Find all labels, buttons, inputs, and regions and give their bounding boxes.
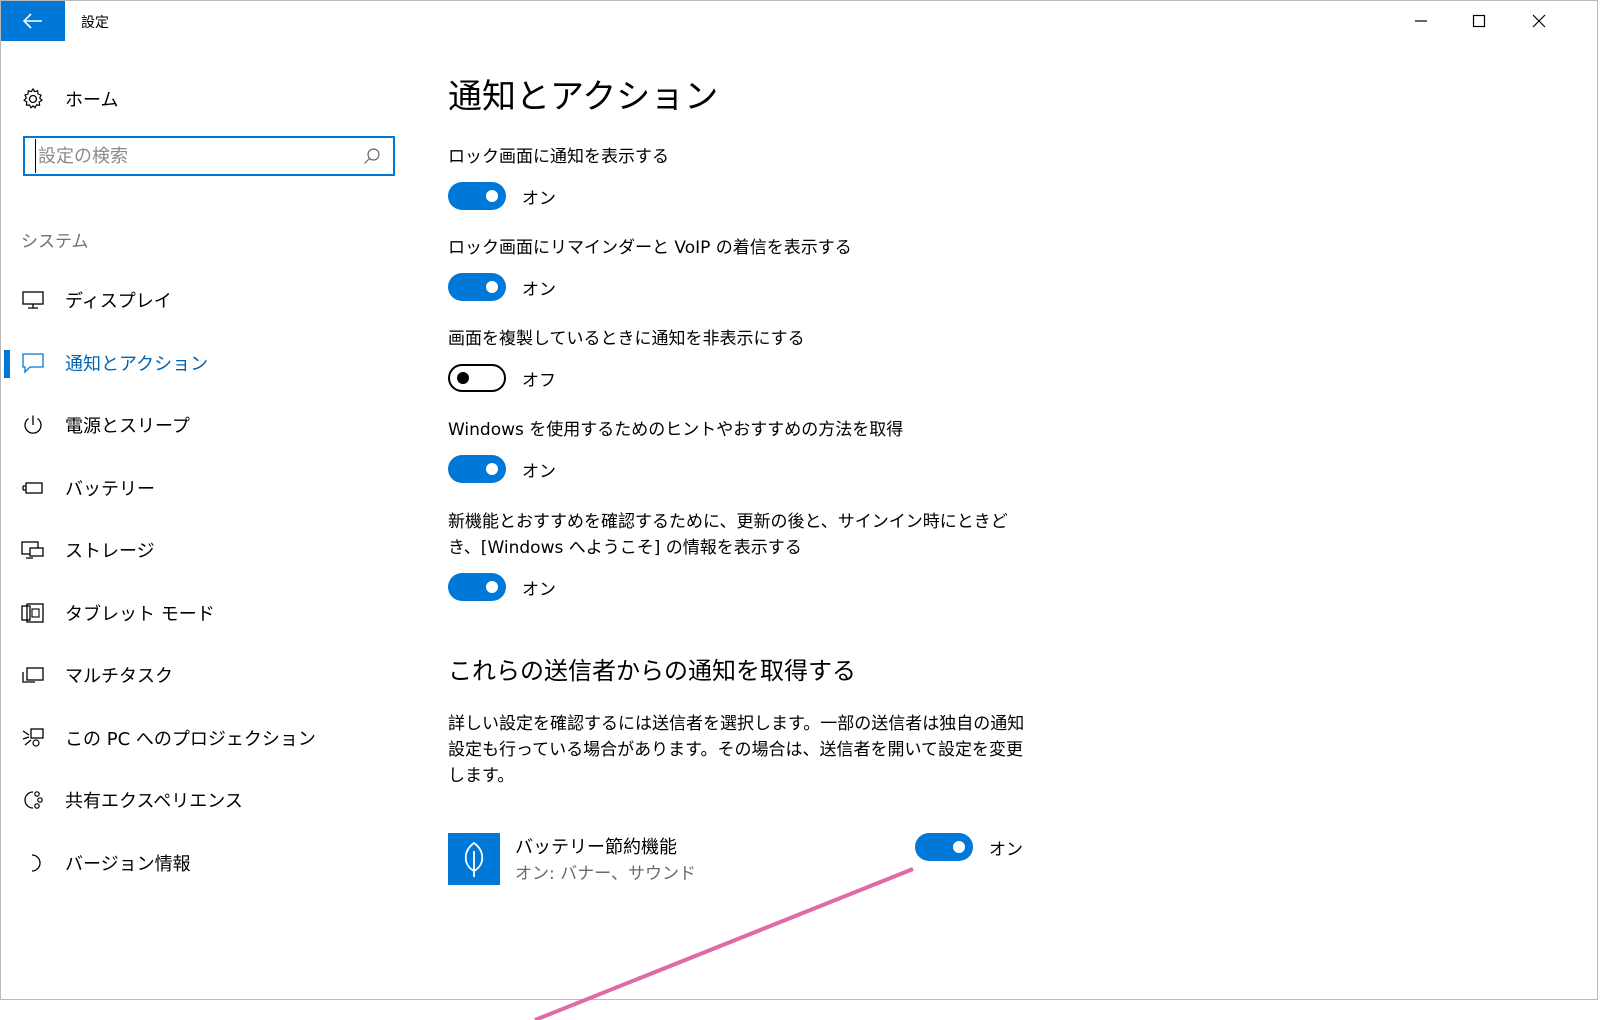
toggle-switch[interactable]: [448, 455, 506, 483]
home-link[interactable]: ホーム: [21, 81, 118, 117]
search-box[interactable]: [23, 136, 395, 176]
sidebar-item-label: 電源とスリープ: [65, 416, 190, 438]
back-button[interactable]: [1, 1, 65, 41]
sidebar-item-display[interactable]: ディスプレイ: [1, 269, 421, 332]
maximize-button[interactable]: [1449, 1, 1509, 41]
tablet-icon: [21, 601, 45, 625]
sidebar-item-notifications[interactable]: 通知とアクション: [1, 332, 421, 395]
power-icon: [21, 413, 45, 437]
sidebar-item-battery[interactable]: バッテリー: [1, 457, 421, 520]
sidebar-item-label: バージョン情報: [65, 853, 191, 875]
close-button[interactable]: [1509, 1, 1569, 41]
multitask-icon: [21, 663, 45, 687]
search-input[interactable]: [35, 139, 361, 173]
setting-welcome-experience: 新機能とおすすめを確認するために、更新の後と、サインイン時にときどき、[Wind…: [448, 509, 1028, 601]
toggle-state-label: オン: [989, 839, 1023, 860]
leaf-icon: [448, 833, 500, 885]
home-label: ホーム: [65, 90, 119, 111]
message-icon: [21, 351, 45, 375]
search-icon[interactable]: [361, 145, 383, 167]
minimize-button[interactable]: [1391, 1, 1451, 41]
toggle-state-label: オン: [522, 188, 556, 209]
nav-list: ディスプレイ 通知とアクション 電源とスリープ バッテリー ストレージ タブレッ…: [1, 269, 421, 894]
sidebar-item-label: バッテリー: [65, 478, 155, 500]
monitor-icon: [21, 288, 45, 312]
page-title: 通知とアクション: [448, 77, 719, 117]
setting-description: ロック画面に通知を表示する: [448, 147, 669, 167]
setting-lock-screen-reminders: ロック画面にリマインダーと VoIP の着信を表示する オン: [448, 235, 1068, 301]
sender-item[interactable]: バッテリー節約機能 オン: バナー、サウンド オン: [448, 833, 1068, 889]
sidebar-item-tablet-mode[interactable]: タブレット モード: [1, 582, 421, 645]
setting-hide-when-duplicating: 画面を複製しているときに通知を非表示にする オフ: [448, 326, 1068, 392]
sidebar-item-multitask[interactable]: マルチタスク: [1, 644, 421, 707]
setting-description: Windows を使用するためのヒントやおすすめの方法を取得: [448, 420, 904, 440]
sender-toggle-switch[interactable]: [915, 833, 973, 861]
toggle-switch[interactable]: [448, 182, 506, 210]
sidebar: ホーム システム ディスプレイ 通: [1, 41, 421, 981]
sidebar-item-label: マルチタスク: [65, 666, 173, 688]
senders-info-text: 詳しい設定を確認するには送信者を選択します。一部の送信者は独自の通知設定も行って…: [448, 714, 1025, 786]
sender-name: バッテリー節約機能: [515, 837, 677, 858]
toggle-state-label: オン: [522, 579, 556, 600]
settings-window: 設定 ホーム システム: [0, 0, 1598, 1000]
senders-section-title: これらの送信者からの通知を取得する: [448, 657, 856, 685]
setting-windows-tips: Windows を使用するためのヒントやおすすめの方法を取得 オン: [448, 417, 1068, 483]
toggle-state-label: オン: [522, 279, 556, 300]
back-arrow-icon: [23, 13, 42, 29]
setting-description: ロック画面にリマインダーと VoIP の着信を表示する: [448, 238, 852, 258]
sidebar-item-label: この PC へのプロジェクション: [65, 728, 316, 750]
storage-icon: [21, 538, 45, 562]
toggle-state-label: オン: [522, 461, 556, 482]
toggle-state-label: オフ: [522, 370, 556, 391]
title-bar: 設定: [1, 1, 1597, 41]
section-title: システム: [21, 232, 89, 252]
sidebar-item-label: 通知とアクション: [65, 353, 209, 375]
battery-icon: [21, 476, 45, 500]
toggle-switch[interactable]: [448, 573, 506, 601]
projection-icon: [21, 726, 45, 750]
sender-status: オン: バナー、サウンド: [515, 864, 696, 884]
setting-lock-screen-notifications: ロック画面に通知を表示する オン: [448, 144, 1068, 210]
sidebar-item-about[interactable]: バージョン情報: [1, 832, 421, 895]
sidebar-item-label: ディスプレイ: [65, 291, 172, 313]
shared-icon: [21, 788, 45, 812]
sidebar-item-power[interactable]: 電源とスリープ: [1, 394, 421, 457]
maximize-icon: [1472, 14, 1486, 28]
app-title: 設定: [81, 15, 109, 31]
sidebar-item-projection[interactable]: この PC へのプロジェクション: [1, 707, 421, 770]
sidebar-item-label: 共有エクスペリエンス: [65, 791, 243, 813]
toggle-switch[interactable]: [448, 364, 506, 392]
sidebar-item-label: タブレット モード: [65, 603, 215, 625]
sidebar-item-shared-experience[interactable]: 共有エクスペリエンス: [1, 769, 421, 832]
sidebar-item-storage[interactable]: ストレージ: [1, 519, 421, 582]
toggle-switch[interactable]: [448, 273, 506, 301]
setting-description: 新機能とおすすめを確認するために、更新の後と、サインイン時にときどき、[Wind…: [448, 512, 1008, 558]
sidebar-item-label: ストレージ: [65, 541, 155, 563]
minimize-icon: [1415, 20, 1427, 22]
gear-icon: [23, 87, 43, 109]
setting-description: 画面を複製しているときに通知を非表示にする: [448, 329, 805, 349]
close-icon: [1532, 14, 1546, 28]
info-icon: [21, 851, 45, 875]
